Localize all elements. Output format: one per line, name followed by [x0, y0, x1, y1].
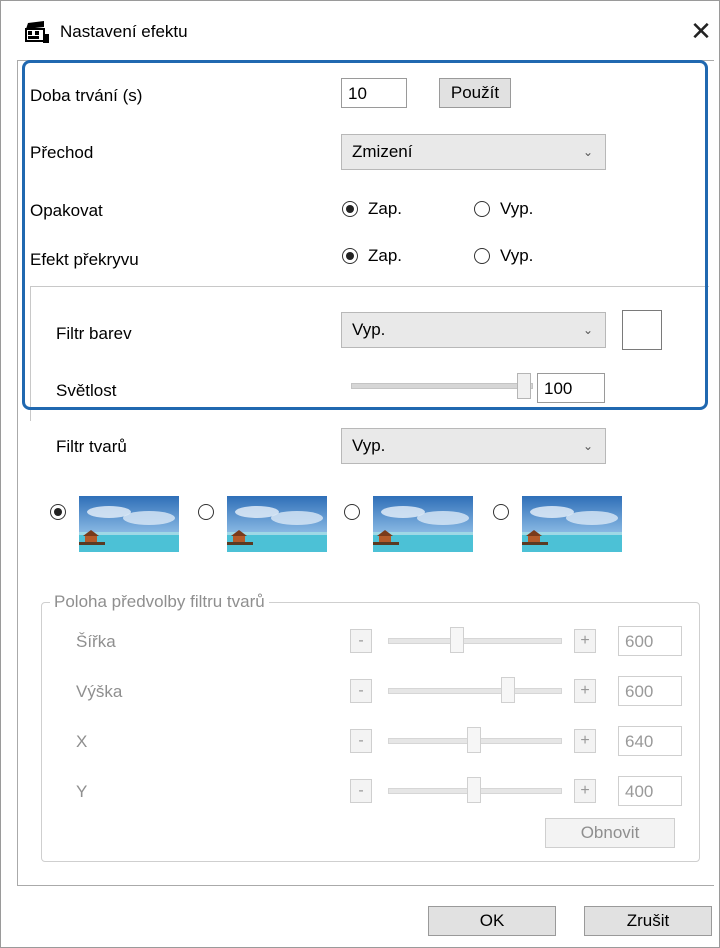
position-slider-track[interactable]	[388, 638, 562, 644]
shape-filter-select[interactable]: Vyp. ⌄	[341, 428, 606, 464]
window-title: Nastavení efektu	[60, 22, 188, 41]
shape-preset-radio-1[interactable]	[50, 504, 66, 520]
cancel-button[interactable]: Zrušit	[584, 906, 712, 936]
shape-preset-image-3[interactable]	[373, 496, 473, 552]
position-slider-thumb[interactable]	[467, 777, 481, 803]
shape-preset-radio-4[interactable]	[493, 504, 509, 520]
decrement-button[interactable]: -	[350, 729, 372, 753]
position-row-label: Šířka	[76, 632, 116, 651]
shape-preset-image-4[interactable]	[522, 496, 622, 552]
position-row-label: Y	[76, 782, 88, 801]
position-value-input[interactable]: 600	[618, 676, 682, 706]
shape-preset-radio-2[interactable]	[198, 504, 214, 520]
shape-preset-image-1[interactable]	[79, 496, 179, 552]
decrement-button[interactable]: -	[350, 779, 372, 803]
reset-button[interactable]: Obnovit	[545, 818, 675, 848]
position-row-label: Výška	[76, 682, 123, 701]
increment-button[interactable]: +	[574, 629, 596, 653]
clapperboard-icon	[24, 20, 50, 44]
decrement-button[interactable]: -	[350, 679, 372, 703]
shape-preset-image-2[interactable]	[227, 496, 327, 552]
increment-button[interactable]: +	[574, 779, 596, 803]
shape-filter-label: Filtr tvarů	[56, 437, 127, 456]
highlight-frame	[22, 60, 708, 410]
decrement-button[interactable]: -	[350, 629, 372, 653]
position-value-input[interactable]: 640	[618, 726, 682, 756]
shape-preset-radio-3[interactable]	[344, 504, 360, 520]
position-value-input[interactable]: 400	[618, 776, 682, 806]
position-slider-thumb[interactable]	[449, 627, 464, 653]
position-slider-thumb[interactable]	[467, 727, 481, 753]
position-row-label: X	[76, 732, 88, 751]
increment-button[interactable]: +	[574, 679, 596, 703]
shape-filter-selected: Vyp.	[352, 436, 386, 455]
position-slider-track[interactable]	[388, 688, 562, 694]
title-bar: Nastavení efektu ✕	[0, 0, 720, 64]
position-slider-thumb[interactable]	[501, 677, 516, 703]
shape-position-title: Poloha předvolby filtru tvarů	[50, 592, 269, 612]
position-value-input[interactable]: 600	[618, 626, 682, 656]
ok-button[interactable]: OK	[428, 906, 556, 936]
increment-button[interactable]: +	[574, 729, 596, 753]
close-button[interactable]: ✕	[686, 14, 716, 48]
chevron-down-icon: ⌄	[582, 439, 593, 453]
